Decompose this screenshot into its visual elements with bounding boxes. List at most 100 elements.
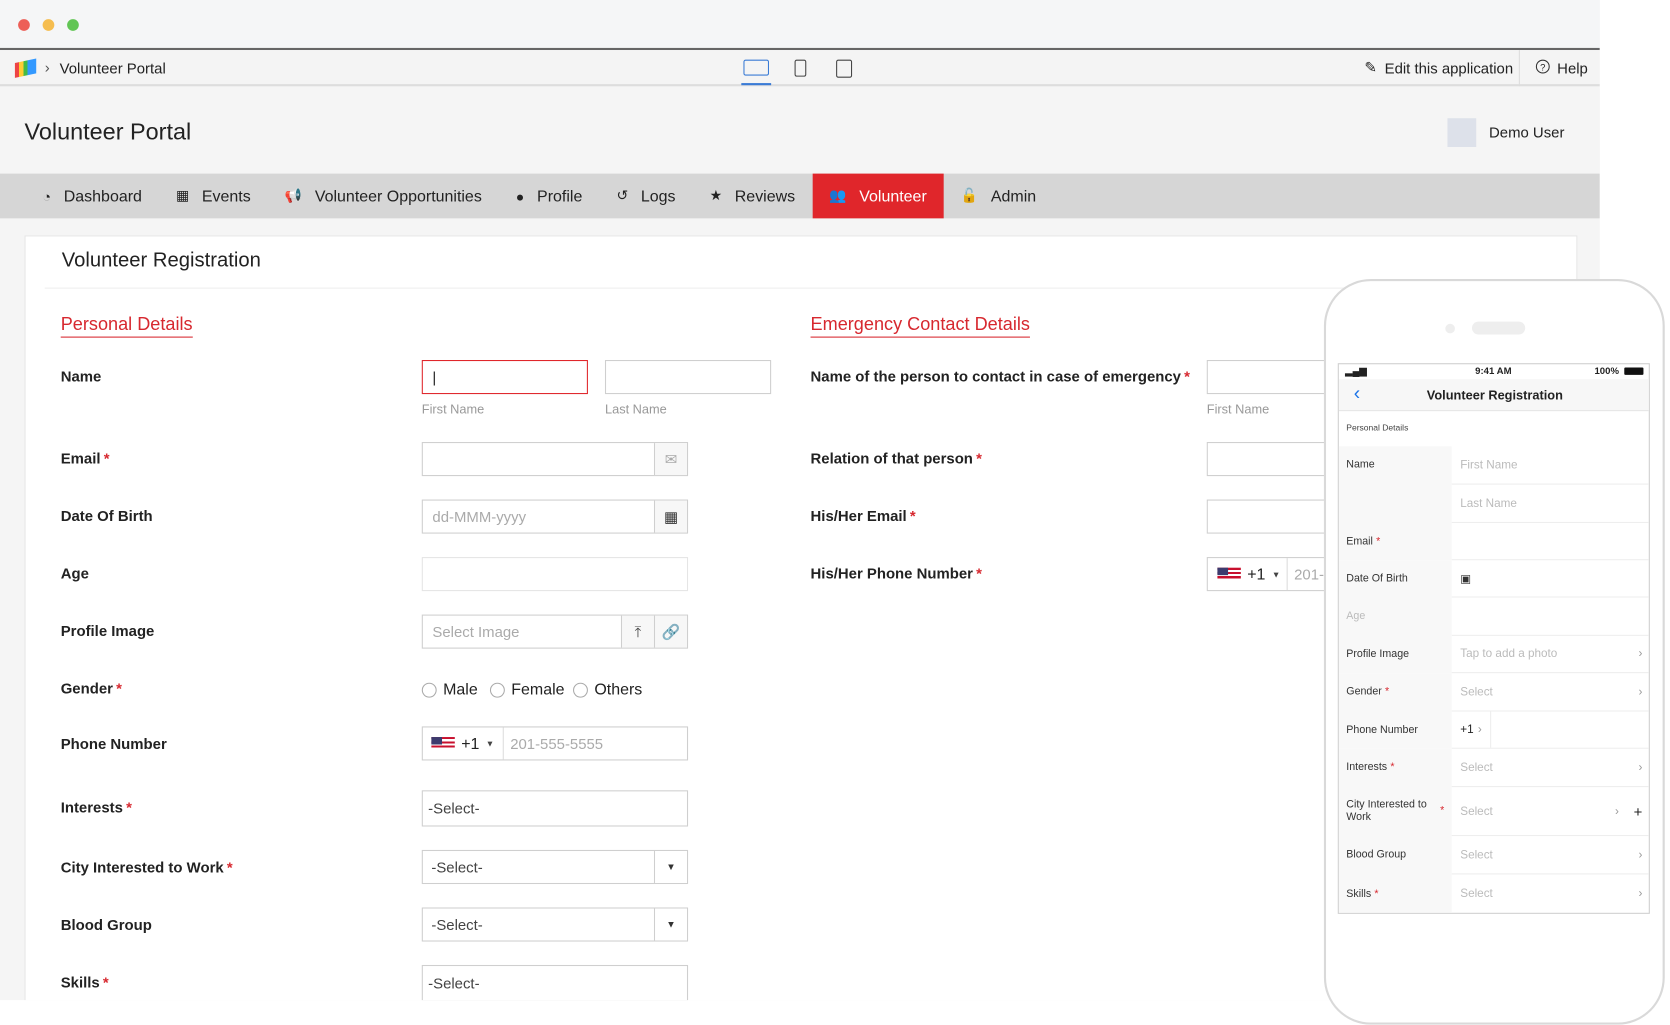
- mobile-row-value[interactable]: +1 ›: [1451, 711, 1649, 749]
- mobile-row-value[interactable]: Select ›: [1451, 836, 1649, 875]
- gender-option-2[interactable]: Others: [573, 681, 642, 699]
- radio-button[interactable]: [573, 682, 588, 698]
- mobile-row-value[interactable]: Select ›: [1451, 673, 1649, 712]
- skills-label: Skills *: [60, 973, 109, 991]
- link-icon[interactable]: 🔗: [653, 615, 687, 648]
- phone-input[interactable]: +1 ▼ 201-555-5555: [421, 726, 689, 761]
- interests-select[interactable]: -Select-: [421, 790, 689, 827]
- mobile-icon[interactable]: [794, 59, 807, 77]
- mobile-row[interactable]: Gender * Select ›: [1338, 673, 1649, 712]
- upload-icon[interactable]: ⤒: [620, 615, 654, 648]
- nav-item-admin[interactable]: 🔓 Admin: [944, 174, 1053, 219]
- edit-application-link[interactable]: Edit this application: [1385, 60, 1513, 77]
- profile-image-input[interactable]: Select Image ⤒ 🔗: [421, 614, 689, 649]
- chevron-down-icon: ▼: [653, 908, 687, 941]
- mobile-row-value[interactable]: [1451, 598, 1649, 636]
- app-logo-icon: [14, 58, 37, 78]
- close-window-button[interactable]: [18, 19, 30, 31]
- mobile-row[interactable]: Interests * Select ›: [1338, 748, 1649, 788]
- star-icon: ★: [709, 187, 722, 204]
- minimize-window-button[interactable]: [42, 19, 55, 31]
- first-name-input[interactable]: |: [421, 360, 588, 395]
- maximize-window-button[interactable]: [67, 19, 79, 31]
- nav-item-logs[interactable]: ↺ Logs: [599, 174, 692, 219]
- blood-group-select[interactable]: -Select- ▼: [421, 907, 689, 942]
- user-name[interactable]: Demo User: [1489, 124, 1564, 141]
- chevron-right-icon: ›: [1638, 761, 1643, 774]
- radio-button[interactable]: [489, 682, 505, 698]
- breadcrumb[interactable]: Volunteer Portal: [60, 60, 166, 77]
- mobile-row-value[interactable]: Last Name: [1451, 485, 1649, 523]
- mobile-row-label: Skills: [1346, 887, 1372, 900]
- dashboard-icon: ◔: [42, 187, 51, 204]
- plus-icon[interactable]: +: [1634, 803, 1643, 820]
- mobile-row-value[interactable]: [1451, 523, 1649, 561]
- mobile-row-value[interactable]: First Name: [1451, 446, 1649, 485]
- mobile-row-label: Phone Number: [1346, 723, 1418, 736]
- nav-item-reviews[interactable]: ★ Reviews: [693, 174, 813, 219]
- avatar[interactable]: [1447, 118, 1477, 147]
- nav-item-events[interactable]: ▦ Events: [159, 174, 268, 219]
- dob-input[interactable]: dd-MMM-yyyy ▦: [421, 499, 689, 534]
- mobile-row[interactable]: Skills * Select ›: [1338, 874, 1649, 913]
- chevron-right-icon: ›: [1638, 848, 1643, 862]
- last-name-input[interactable]: [604, 360, 772, 395]
- calendar-icon[interactable]: ▣: [1460, 571, 1471, 585]
- user-icon: ●: [515, 187, 525, 204]
- tablet-icon[interactable]: [836, 59, 853, 78]
- relation-label: Relation of that person *: [810, 449, 982, 467]
- country-code[interactable]: +1: [461, 734, 479, 752]
- mobile-row-value[interactable]: Select ›: [1452, 874, 1649, 912]
- city-select[interactable]: -Select- ▼: [421, 849, 689, 885]
- nav-item-volunteer[interactable]: 👥 Volunteer: [812, 173, 944, 219]
- nav-label: Events: [201, 186, 251, 206]
- skills-select[interactable]: -Select-: [421, 964, 689, 1001]
- app-bar: › Volunteer Portal ✎ Edit this applicati…: [0, 50, 1600, 87]
- help-icon: ?: [1535, 59, 1550, 74]
- mobile-row[interactable]: Blood Group Select ›: [1338, 836, 1649, 875]
- emergency-first-name-hint: First Name: [1206, 401, 1270, 417]
- age-label: Age: [60, 564, 89, 582]
- mobile-row-label: Name: [1346, 459, 1375, 471]
- laptop-icon[interactable]: [743, 59, 770, 76]
- mobile-row-label: Interests: [1346, 761, 1388, 774]
- help-link[interactable]: Help: [1557, 60, 1588, 77]
- mobile-row[interactable]: Last Name: [1338, 484, 1649, 523]
- blood-group-label: Blood Group: [60, 915, 152, 934]
- mobile-row[interactable]: Phone Number +1 ›: [1338, 711, 1649, 749]
- mobile-row-value[interactable]: Select › +: [1451, 787, 1649, 837]
- mobile-row-label: Profile Image: [1346, 648, 1410, 660]
- city-label: City Interested to Work *: [60, 858, 233, 876]
- mobile-row[interactable]: Date Of Birth ▣: [1338, 560, 1649, 598]
- gender-option-1[interactable]: Female: [489, 681, 565, 699]
- gender-option-0[interactable]: Male: [421, 681, 478, 699]
- emergency-details-heading: Emergency Contact Details: [810, 314, 1030, 338]
- age-input[interactable]: [421, 557, 689, 592]
- email-label: Email *: [60, 449, 110, 467]
- group-icon: 👥: [829, 187, 847, 204]
- email-input[interactable]: ✉: [421, 442, 689, 477]
- nav-item-dashboard[interactable]: ◔ Dashboard: [26, 174, 159, 219]
- calendar-icon[interactable]: ▦: [653, 500, 687, 533]
- mobile-row[interactable]: City Interested to Work * Select › +: [1338, 787, 1649, 837]
- mobile-row[interactable]: Age: [1338, 597, 1649, 636]
- lock-icon: 🔓: [960, 187, 979, 204]
- mobile-row-value[interactable]: ▣: [1451, 560, 1649, 598]
- nav-label: Logs: [640, 186, 676, 206]
- chevron-right-icon: ›: [1615, 804, 1619, 818]
- us-flag-icon: [431, 737, 455, 750]
- nav-item-profile[interactable]: ● Profile: [499, 174, 600, 219]
- nav-item-volunteer-opportunities[interactable]: 📢 Volunteer Opportunities: [268, 174, 499, 219]
- mobile-row-value[interactable]: Tap to add a photo ›: [1451, 636, 1649, 674]
- mobile-row[interactable]: Profile Image Tap to add a photo ›: [1338, 635, 1649, 674]
- interests-label: Interests *: [60, 798, 132, 816]
- radio-button[interactable]: [421, 682, 437, 698]
- mobile-row-label: Gender: [1346, 685, 1382, 698]
- mobile-row-value[interactable]: Select ›: [1451, 749, 1649, 788]
- mobile-row-label: Blood Group: [1346, 848, 1407, 861]
- name-label: Name: [60, 367, 102, 385]
- emergency-phone-label: His/Her Phone Number *: [810, 564, 982, 582]
- title-bar: [0, 0, 1600, 51]
- mobile-row[interactable]: Name First Name: [1338, 446, 1649, 485]
- mobile-row[interactable]: Email *: [1338, 522, 1649, 561]
